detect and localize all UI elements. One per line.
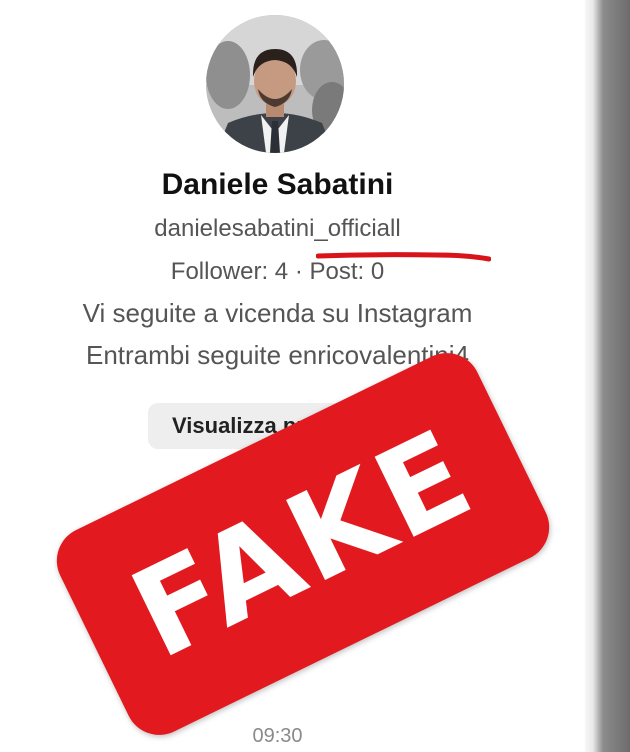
profile-name: Daniele Sabatini — [161, 168, 394, 201]
avatar-photo-icon — [206, 15, 344, 153]
chat-profile-screen: Daniele Sabatini danielesabatini_officia… — [0, 0, 585, 752]
message-timestamp: 09:30 — [252, 725, 303, 747]
profile-stats: Follower: 4 · Post: 0 — [170, 258, 385, 285]
mutual-follow-info: Vi seguite a vicenda su Instagram — [82, 298, 473, 328]
profile-username: danielesabatini_officiall — [154, 215, 401, 242]
profile-avatar[interactable] — [206, 15, 344, 153]
right-edge-shadow — [585, 0, 630, 752]
